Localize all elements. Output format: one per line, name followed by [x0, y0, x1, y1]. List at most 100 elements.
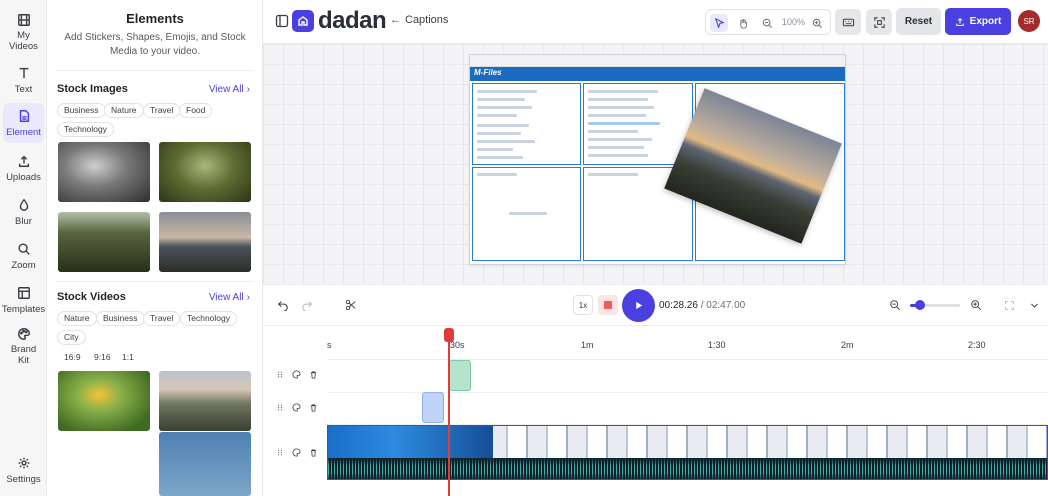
- chip-travel[interactable]: Travel: [143, 103, 181, 118]
- chip-nature[interactable]: Nature: [57, 311, 97, 326]
- palette-icon[interactable]: [292, 448, 301, 457]
- rail-item-templates[interactable]: Templates: [0, 280, 47, 320]
- panel-title: Elements: [126, 11, 184, 26]
- rail-item-blur[interactable]: Blur: [0, 192, 47, 232]
- fit-screen-button[interactable]: [866, 9, 892, 35]
- divider: [57, 70, 253, 71]
- chip-city[interactable]: City: [57, 330, 86, 345]
- rail-label: Templates: [1, 304, 46, 315]
- drag-handle-icon[interactable]: [275, 370, 284, 379]
- upload-icon: [955, 17, 964, 26]
- back-to-captions[interactable]: ← Captions: [390, 14, 448, 26]
- chip-technology[interactable]: Technology: [57, 122, 115, 137]
- chip-business[interactable]: Business: [57, 103, 106, 118]
- editor-app: My Videos Text Element Uploads Blur Zoom…: [0, 0, 1048, 496]
- trash-icon[interactable]: [309, 448, 318, 457]
- stock-image-thumbnail[interactable]: [58, 212, 150, 272]
- palette-icon: [16, 326, 32, 341]
- export-button[interactable]: Export: [945, 8, 1011, 35]
- rail-item-zoom[interactable]: Zoom: [0, 236, 47, 276]
- video-canvas: M-Files: [263, 44, 1048, 284]
- stock-video-thumbnail[interactable]: [58, 371, 150, 431]
- drag-handle-icon[interactable]: [275, 403, 284, 412]
- keyboard-button[interactable]: [835, 9, 861, 35]
- drag-handle-icon[interactable]: [275, 448, 284, 457]
- speed-button[interactable]: 1x: [573, 295, 593, 315]
- palette-icon[interactable]: [292, 370, 301, 379]
- rail-item-my-videos[interactable]: My Videos: [0, 12, 47, 52]
- stock-image-thumbnail[interactable]: [159, 142, 251, 202]
- collapse-timeline-button[interactable]: [1027, 298, 1041, 312]
- tick-label: 2:30: [968, 340, 986, 350]
- stock-image-thumbnail[interactable]: [58, 142, 150, 202]
- reset-button[interactable]: Reset: [896, 8, 941, 35]
- time-separator: /: [700, 300, 704, 311]
- rail-item-element[interactable]: Element: [3, 103, 44, 143]
- hand-tool[interactable]: [734, 14, 752, 32]
- trash-icon[interactable]: [309, 370, 318, 379]
- stock-images-title: Stock Images: [57, 83, 128, 95]
- ratio-9-16[interactable]: 9:16: [87, 350, 118, 365]
- arrow-left-icon: ←: [390, 14, 401, 26]
- stop-icon: [604, 301, 612, 309]
- sidebar-toggle-icon[interactable]: [275, 14, 289, 28]
- track-controls: [263, 448, 327, 457]
- browser-bar: [470, 55, 845, 67]
- overlay-clip-green[interactable]: [449, 360, 471, 391]
- stock-video-thumbnail[interactable]: [159, 432, 251, 496]
- user-avatar[interactable]: SR: [1018, 10, 1040, 32]
- trash-icon[interactable]: [309, 403, 318, 412]
- main-video-track[interactable]: [327, 425, 1048, 480]
- rail-label: Brand Kit: [10, 344, 37, 366]
- chip-nature[interactable]: Nature: [104, 103, 144, 118]
- rail-item-settings[interactable]: Settings: [0, 450, 47, 490]
- element-icon: [16, 108, 32, 124]
- timeline-zoom-in[interactable]: [969, 298, 983, 312]
- split-button[interactable]: [344, 298, 358, 312]
- zoom-out-canvas[interactable]: [758, 14, 776, 32]
- text-icon: [16, 65, 32, 81]
- logo-text: dadan: [318, 7, 387, 34]
- stock-video-thumbnail[interactable]: [159, 371, 251, 431]
- fullscreen-button[interactable]: [1002, 298, 1016, 312]
- back-label: Captions: [405, 14, 449, 26]
- playhead-handle[interactable]: [444, 328, 454, 342]
- time-ruler[interactable]: s 30s 1m 1:30 2m 2:30: [327, 326, 1048, 360]
- logo-mark: [292, 10, 314, 32]
- rail-item-text[interactable]: Text: [0, 60, 47, 100]
- overlay-clip-blue[interactable]: [422, 392, 444, 423]
- track-controls: [263, 403, 327, 412]
- elements-panel: Elements Add Stickers, Shapes, Emojis, a…: [47, 0, 263, 496]
- stock-images-view-all[interactable]: View All ›: [209, 84, 250, 95]
- stock-videos-view-all[interactable]: View All ›: [209, 292, 250, 303]
- tick-label: s: [327, 340, 332, 350]
- stop-button[interactable]: [598, 295, 618, 315]
- redo-button[interactable]: [300, 298, 314, 312]
- time-display: 00:28.26 / 02:47.00: [659, 300, 745, 311]
- chip-travel[interactable]: Travel: [143, 311, 181, 326]
- timeline-zoom-slider[interactable]: [910, 300, 960, 310]
- rail-label: Text: [14, 84, 33, 95]
- chip-food[interactable]: Food: [179, 103, 213, 118]
- chip-technology[interactable]: Technology: [180, 311, 238, 326]
- timeline-zoom-out[interactable]: [888, 298, 902, 312]
- chip-business[interactable]: Business: [96, 311, 145, 326]
- top-header: dadan ← Captions 100% Reset Export SR: [263, 0, 1048, 44]
- stock-image-thumbnail[interactable]: [159, 212, 251, 272]
- zoom-slider-knob[interactable]: [915, 300, 925, 310]
- expand-icon: [1004, 300, 1014, 310]
- tick-label: 1m: [581, 340, 594, 350]
- pointer-tool[interactable]: [710, 14, 728, 32]
- bottom-left-pane: [472, 167, 581, 261]
- rail-item-brand-kit[interactable]: Brand Kit: [0, 326, 47, 366]
- zoom-in-canvas[interactable]: [808, 14, 826, 32]
- play-button[interactable]: [622, 289, 655, 322]
- ratio-1-1[interactable]: 1:1: [115, 350, 141, 365]
- export-label: Export: [969, 16, 1002, 27]
- rail-item-uploads[interactable]: Uploads: [0, 148, 47, 188]
- playback-controls: 1x 00:28.26 / 02:47.00: [263, 284, 1048, 326]
- undo-button[interactable]: [276, 298, 290, 312]
- palette-icon[interactable]: [292, 403, 301, 412]
- view-all-label: View All: [208, 292, 244, 303]
- ratio-16-9[interactable]: 16:9: [57, 350, 88, 365]
